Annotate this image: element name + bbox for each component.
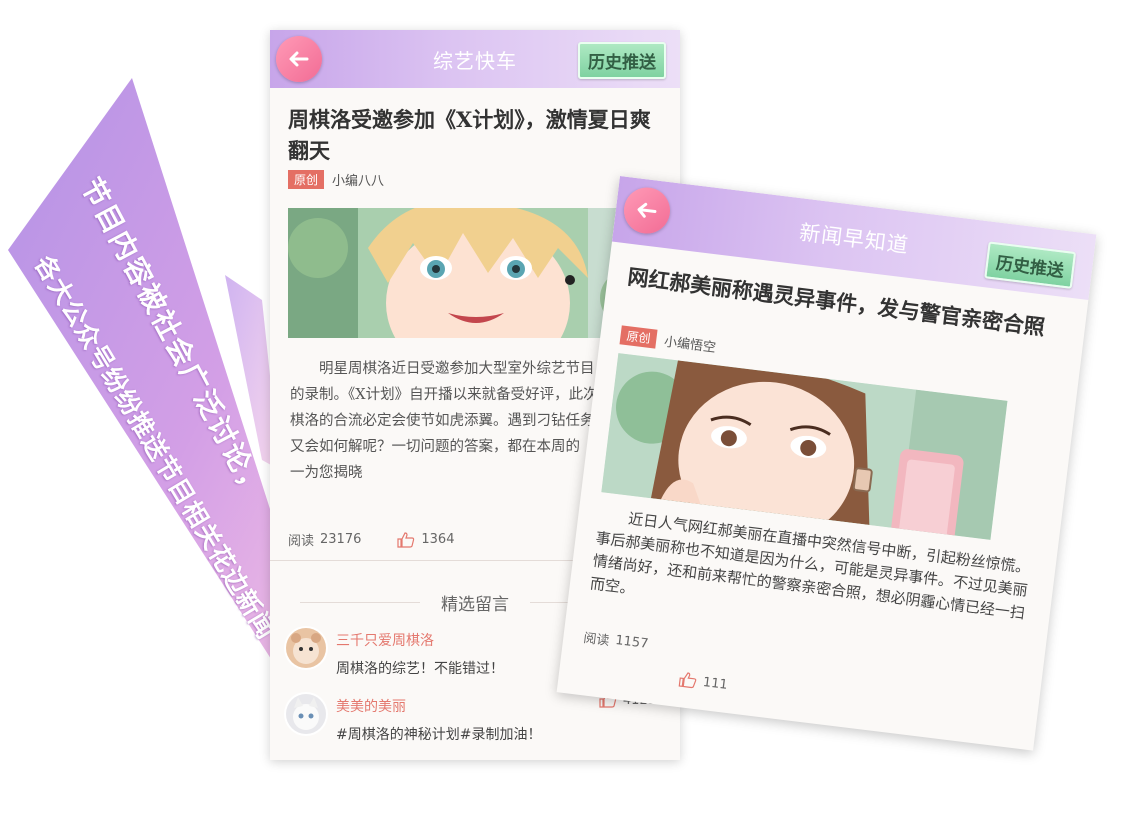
original-tag: 原创 [288, 170, 325, 189]
author-name: 小编悟空 [663, 334, 717, 356]
comment-author[interactable]: 三千只爱周棋洛 [336, 630, 504, 650]
article-card-news: 新闻早知道 历史推送 网红郝美丽称遇灵异事件，发与警官亲密合照 原创 小编悟空 … [556, 176, 1097, 751]
thumbs-up-icon [397, 531, 415, 548]
like-button[interactable]: 1364 [397, 531, 455, 548]
reads-count: 1157 [614, 632, 650, 652]
like-button[interactable]: 111 [678, 671, 729, 693]
cat-avatar-icon [286, 694, 326, 734]
comment-item: 三千只爱周棋洛 周棋洛的综艺！不能错过！ [286, 628, 504, 678]
author-name: 小编八八 [332, 174, 385, 189]
article-meta: 原创 小编八八 [288, 170, 384, 189]
article-meta: 原创 小编悟空 [619, 325, 717, 356]
article-stats: 阅读 23176 1364 [288, 530, 454, 549]
avatar [286, 694, 326, 734]
reads-label: 阅读 [288, 534, 315, 549]
comment-item: 美美的美丽 #周棋洛的神秘计划#录制加油！ [286, 694, 541, 744]
comment-text: #周棋洛的神秘计划#录制加油！ [336, 727, 542, 743]
like-count: 111 [702, 674, 729, 693]
article-headline: 周棋洛受邀参加《X计划》，激情夏日爽翻天 [288, 107, 651, 163]
like-count: 1364 [421, 532, 455, 547]
thumbs-up-icon [678, 672, 697, 689]
avatar [286, 628, 326, 668]
original-tag: 原创 [619, 325, 658, 349]
article-stats: 阅读 1157 [582, 627, 649, 654]
comment-author[interactable]: 美美的美丽 [336, 696, 541, 716]
header-bar: 综艺快车 历史推送 [270, 30, 680, 88]
comment-text: 周棋洛的综艺！不能错过！ [336, 661, 504, 677]
hamster-avatar-icon [286, 628, 326, 668]
reads-count: 23176 [320, 532, 362, 547]
history-push-button[interactable]: 历史推送 [578, 42, 666, 79]
reads-label: 阅读 [582, 631, 611, 650]
